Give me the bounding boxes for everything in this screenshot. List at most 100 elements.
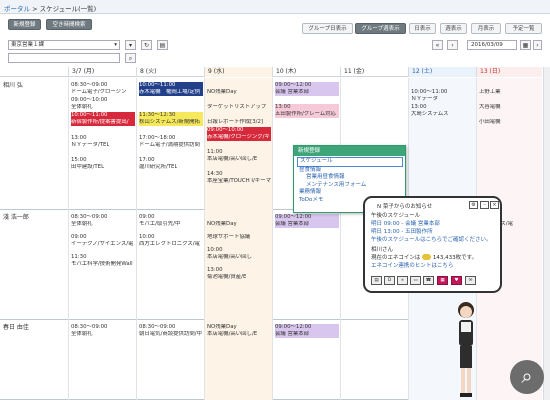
heart-icon[interactable]: ♥ — [451, 276, 462, 285]
day-header-sat[interactable]: 12 (土) — [408, 67, 476, 77]
menu-item-maintenance-form[interactable]: メンテナンス用フォーム — [294, 182, 405, 190]
event-time[interactable]: 09:00 — [71, 234, 87, 241]
event-time[interactable]: 09:00〜12:00 — [275, 82, 339, 89]
event-title[interactable]: 本店電機/高い回し/E — [207, 156, 257, 163]
event-title[interactable]: 瀧川研究所/TEL — [139, 164, 177, 171]
tray-icon[interactable]: ▭ — [410, 276, 421, 285]
prev-day-icon[interactable]: ‹ — [447, 40, 458, 50]
tab-day[interactable]: 日表示 — [409, 23, 436, 34]
phone-icon[interactable]: ☎ — [423, 276, 434, 285]
event-title[interactable]: 西方エレクトロニクス/電 — [139, 241, 200, 248]
event-title[interactable]: モバエ/取引先/中 — [139, 221, 180, 228]
day-cell-wed[interactable]: NO残業Day 本店電機/高い回し/E — [204, 320, 272, 400]
event-title[interactable]: 会議 営業本部 — [275, 331, 339, 338]
event-title[interactable]: 赤木電機 権岡工場/定例 — [139, 89, 203, 96]
mail-icon[interactable]: ✉ — [465, 276, 476, 285]
day-header-sun[interactable]: 13 (日) — [476, 67, 542, 77]
day-cell-sat[interactable]: 10:00〜11:00 ＮＹデータ 13:00 大島システムズ — [408, 78, 476, 210]
day-cell-thu[interactable]: 09:00〜12:00 会議 営業本部 — [272, 210, 340, 320]
user-name[interactable]: 春日 由佳 — [3, 322, 29, 331]
event-time[interactable]: 08:30〜09:00 — [139, 324, 175, 331]
event-title[interactable]: 会議 営業本部 — [275, 89, 339, 96]
settings-icon[interactable]: ⚙ — [469, 201, 478, 209]
group-settings-icon[interactable]: ▤ — [157, 40, 168, 50]
day-cell-fri[interactable] — [340, 320, 408, 400]
event-time[interactable]: 13:00 — [275, 104, 339, 111]
day-header-fri[interactable]: 11 (金) — [340, 67, 408, 77]
event-time[interactable]: 10:00〜11:00 — [411, 89, 447, 96]
event-title[interactable]: 五田製作所/クレーム対応 — [275, 111, 339, 118]
day-header-tue[interactable]: 8 (火) — [136, 67, 204, 77]
user-name[interactable]: 相川 弘 — [3, 80, 23, 89]
assistant-character[interactable] — [452, 298, 480, 398]
day-cell-tue[interactable]: 10:00〜11:00 赤木電機 権岡工場/定例 11:30〜12:30 秋山シ… — [136, 78, 204, 210]
zoom-icon[interactable]: ⌕ — [510, 360, 544, 394]
event-title[interactable]: 大谷電機 — [479, 104, 501, 111]
day-cell-tue[interactable]: 08:30〜09:00 朝日電気/商談提供訪問/中 — [136, 320, 204, 400]
event-time[interactable]: 08:30〜09:00 — [71, 214, 107, 221]
event-title[interactable]: 秋山システムズ/新規開拓 — [139, 119, 203, 126]
event-time[interactable]: 09:00 — [139, 214, 155, 221]
tab-month[interactable]: 月表示 — [471, 23, 501, 34]
event-time[interactable]: 17:00〜18:00 — [139, 135, 175, 142]
event-title[interactable]: NO残業Day — [207, 89, 237, 96]
day-cell-mon[interactable]: 08:30〜09:00 全体朝礼 — [68, 320, 136, 400]
event-time[interactable]: 11:30〜12:30 — [139, 112, 203, 119]
event-title[interactable]: NO残業Day — [207, 221, 237, 228]
new-entry-button[interactable]: 新規登録 — [8, 19, 41, 30]
event-time[interactable]: 10:00 — [139, 234, 155, 241]
event-time[interactable]: 09:00〜12:00 — [275, 324, 339, 331]
event-title[interactable]: 菊池電機/資産/E — [207, 274, 246, 281]
event-time[interactable]: 10:00 — [207, 247, 223, 254]
event-time[interactable]: 13:00 — [411, 104, 427, 111]
date-field[interactable]: 2016/03/09 — [467, 40, 517, 50]
event-title[interactable]: ＮＹデータ/TEL — [71, 142, 109, 149]
menu-item-sales-lunch-info[interactable]: 営業用昼食情報 — [294, 174, 405, 182]
day-cell-wed[interactable]: NO残業Day ターゲットリストアップ 日報レポート作成[3/2] 09:00〜… — [204, 78, 272, 210]
event-title[interactable]: 地球サポート協議 — [207, 234, 250, 241]
search-icon[interactable]: ⌕ — [125, 53, 136, 63]
event-title[interactable]: 日報レポート作成[3/2] — [207, 119, 263, 126]
breadcrumb-home-link[interactable]: ポータル — [4, 5, 30, 13]
event-time[interactable]: 14:30 — [207, 171, 223, 178]
day-cell-thu[interactable]: 09:00〜12:00 会議 営業本部 — [272, 320, 340, 400]
day-cell-sun[interactable]: 上野工業 大谷電機 小田電機 — [476, 78, 542, 210]
event-title[interactable]: 上野工業 — [479, 89, 501, 96]
event-title[interactable]: 赤木電機/クロージング/キ — [207, 134, 271, 141]
event-time[interactable]: 08:30〜09:00 — [71, 324, 107, 331]
chevron-down-icon[interactable]: ▾ — [125, 40, 136, 50]
event-time[interactable]: 13:00 — [207, 267, 223, 274]
day-header-thu[interactable]: 10 (木) — [272, 67, 340, 77]
event-time[interactable]: 10:00〜11:00 — [139, 82, 203, 89]
event-title[interactable]: ターゲットリストアップ — [207, 104, 266, 111]
event-title[interactable]: 本店電機/高い回し — [207, 254, 252, 261]
event-title[interactable]: 小田電機 — [479, 119, 501, 126]
event-time[interactable]: 09:00〜12:00 — [275, 214, 339, 221]
notice-link[interactable]: エネコイン連携のヒントはこちら — [371, 261, 453, 269]
event-title[interactable]: ドーム電子/満期提供訪問 — [139, 142, 200, 149]
event-time[interactable]: 09:00〜10:00 — [207, 127, 271, 134]
event-time[interactable]: 08:30〜09:00 — [71, 82, 107, 89]
vertical-scrollbar[interactable] — [543, 67, 550, 400]
event-title[interactable]: 新宿製作所/提案書提出/ — [71, 119, 135, 126]
day-header-wed[interactable]: 9 (水) — [204, 67, 272, 77]
notice-link[interactable]: 明日 09:00 - 会議 営業本部 — [371, 219, 440, 227]
grid-icon[interactable]: ▦ — [437, 276, 448, 285]
tab-group-week[interactable]: グループ週表示 — [355, 23, 406, 34]
user-name[interactable]: 淺 浩一郎 — [3, 212, 29, 221]
event-title[interactable]: 田中建設/TEL — [71, 164, 104, 171]
event-title[interactable]: 大島システムズ — [411, 111, 449, 118]
minimize-icon[interactable]: – — [480, 201, 489, 209]
tab-week[interactable]: 週表示 — [440, 23, 467, 34]
event-time[interactable]: 11:30 — [71, 254, 87, 261]
menu-item-lunch-info[interactable]: 昼食情報 — [294, 167, 405, 175]
event-time[interactable]: 10:00〜11:00 — [71, 112, 135, 119]
refresh-icon[interactable]: ↻ — [141, 40, 152, 50]
event-title[interactable]: ドーム電子/クロージン — [71, 89, 126, 96]
event-time[interactable]: 11:00 — [207, 149, 223, 156]
group-select[interactable]: 東京営業１課 ▾ — [8, 40, 120, 50]
event-time[interactable]: 17:00 — [139, 157, 155, 164]
event-title[interactable]: イーテクノ/サイエンス/電 — [71, 241, 133, 248]
event-title[interactable]: NO残業Day — [207, 324, 237, 331]
event-title[interactable]: 本店電機/高い回し/E — [207, 331, 257, 338]
